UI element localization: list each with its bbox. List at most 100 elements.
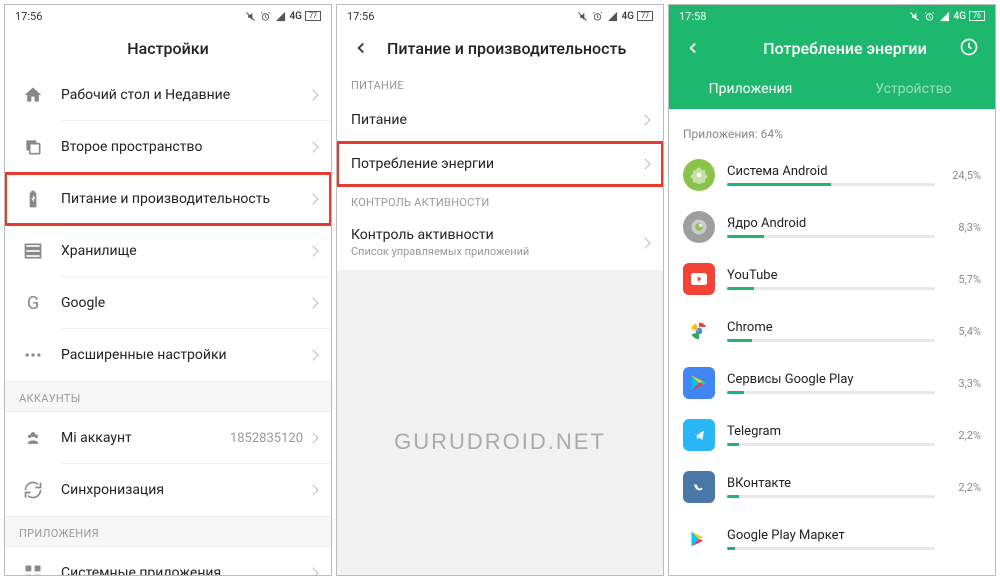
app-info: Система Android: [727, 164, 935, 186]
screen-power: 17:56 4G 77 Питание и производительность…: [336, 4, 664, 576]
app-percent: 8,3%: [945, 221, 981, 234]
app-info: YouTube: [727, 268, 935, 290]
status-time: 17:56: [347, 10, 374, 23]
item-power[interactable]: Питание: [337, 98, 663, 142]
copy-icon: [19, 133, 47, 161]
item-storage[interactable]: Хранилище: [5, 225, 331, 277]
app-percent: 3,3%: [945, 377, 981, 390]
item-desktop[interactable]: Рабочий стол и Недавние: [5, 69, 331, 121]
app-info: Telegram: [727, 424, 935, 446]
section-apps: ПРИЛОЖЕНИЯ: [5, 516, 331, 547]
app-icon: [683, 315, 715, 347]
page-title: Настройки: [5, 27, 331, 69]
usage-bar: [727, 443, 935, 446]
usage-bar: [727, 287, 935, 290]
app-icon: [683, 211, 715, 243]
storage-icon: [19, 237, 47, 265]
app-name: ВКонтакте: [727, 476, 935, 491]
item-google[interactable]: G Google: [5, 277, 331, 329]
back-button[interactable]: [349, 36, 373, 60]
battery-icon: 77: [305, 11, 321, 21]
chevron-icon: [307, 193, 318, 204]
app-name: Telegram: [727, 424, 935, 439]
alarm-icon: [260, 10, 272, 22]
mute-icon: [245, 10, 257, 22]
battery-icon: [19, 185, 47, 213]
settings-list[interactable]: Рабочий стол и Недавние Второе пространс…: [5, 69, 331, 575]
empty-area: GURUDROID.NET: [337, 270, 663, 575]
status-bar: 17:58 4G 76: [669, 5, 995, 27]
chevron-icon: [307, 484, 318, 495]
item-sync[interactable]: Синхронизация: [5, 464, 331, 516]
battery-icon: 77: [637, 11, 653, 21]
app-name: Сервисы Google Play: [727, 372, 935, 387]
app-name: Ядро Android: [727, 216, 935, 231]
screen-settings: 17:56 4G 77 Настройки Рабочий стол и Нед…: [4, 4, 332, 576]
app-info: Сервисы Google Play: [727, 372, 935, 394]
app-row[interactable]: YouTube 5,7%: [669, 253, 995, 305]
screen-energy: 17:58 4G 76 Потребление энергии Приложен…: [668, 4, 996, 576]
tabs: Приложения Устройство: [669, 69, 995, 109]
item-activity-control[interactable]: Контроль активности Список управляемых п…: [337, 215, 663, 270]
app-info: Ядро Android: [727, 216, 935, 238]
app-row[interactable]: Telegram 2,2%: [669, 409, 995, 461]
status-bar: 17:56 4G 77: [5, 5, 331, 27]
status-bar: 17:56 4G 77: [337, 5, 663, 27]
network-label: 4G: [954, 11, 967, 22]
item-energy-consumption[interactable]: Потребление энергии: [337, 142, 663, 186]
app-row[interactable]: ВКонтакте 2,2%: [669, 461, 995, 513]
app-list[interactable]: Приложения: 64% Система Android 24,5% Яд…: [669, 109, 995, 575]
title-bar: Потребление энергии: [669, 27, 995, 69]
signal-icon: [275, 10, 287, 22]
app-icon: [683, 471, 715, 503]
app-row[interactable]: Chrome 5,4%: [669, 305, 995, 357]
status-indicators: 4G 76: [909, 10, 986, 22]
app-icon: [683, 367, 715, 399]
title-bar: Питание и производительность: [337, 27, 663, 69]
account-icon: [19, 424, 47, 452]
account-id: 1852835120: [230, 431, 303, 446]
app-name: YouTube: [727, 268, 935, 283]
app-row[interactable]: Ядро Android 8,3%: [669, 201, 995, 253]
battery-icon: 76: [969, 11, 985, 21]
app-name: Система Android: [727, 164, 935, 179]
status-indicators: 4G 77: [577, 10, 654, 22]
chevron-icon: [307, 297, 318, 308]
tab-apps[interactable]: Приложения: [669, 69, 832, 109]
signal-icon: [607, 10, 619, 22]
grid-icon: [19, 559, 47, 575]
app-icon: [683, 159, 715, 191]
app-percent: 5,4%: [945, 325, 981, 338]
home-icon: [19, 81, 47, 109]
alarm-icon: [924, 10, 936, 22]
usage-bar: [727, 547, 935, 550]
item-second-space[interactable]: Второе пространство: [5, 121, 331, 173]
item-mi-account[interactable]: Mi аккаунт 1852835120: [5, 412, 331, 464]
app-info: Google Play Маркет: [727, 528, 935, 550]
usage-bar: [727, 495, 935, 498]
app-row[interactable]: Google Play Маркет: [669, 513, 995, 565]
section-accounts: АККАУНТЫ: [5, 381, 331, 412]
app-name: Google Play Маркет: [727, 528, 935, 543]
app-row[interactable]: Сервисы Google Play 3,3%: [669, 357, 995, 409]
item-power-performance[interactable]: Питание и производительность: [5, 173, 331, 225]
chevron-icon: [639, 237, 650, 248]
item-advanced[interactable]: Расширенные настройки: [5, 329, 331, 381]
app-info: ВКонтакте: [727, 476, 935, 498]
app-row[interactable]: Система Android 24,5%: [669, 149, 995, 201]
app-percent: 24,5%: [945, 169, 981, 182]
app-icon: [683, 263, 715, 295]
usage-bar: [727, 235, 935, 238]
mute-icon: [577, 10, 589, 22]
chevron-icon: [307, 349, 318, 360]
history-button[interactable]: [959, 37, 981, 59]
section-power: ПИТАНИЕ: [337, 69, 663, 98]
item-system-apps[interactable]: Системные приложения: [5, 547, 331, 575]
chevron-icon: [307, 567, 318, 575]
app-icon: [683, 523, 715, 555]
watermark: GURUDROID.NET: [337, 429, 663, 455]
chevron-icon: [307, 89, 318, 100]
signal-icon: [939, 10, 951, 22]
tab-device[interactable]: Устройство: [832, 69, 995, 109]
network-label: 4G: [290, 11, 303, 22]
